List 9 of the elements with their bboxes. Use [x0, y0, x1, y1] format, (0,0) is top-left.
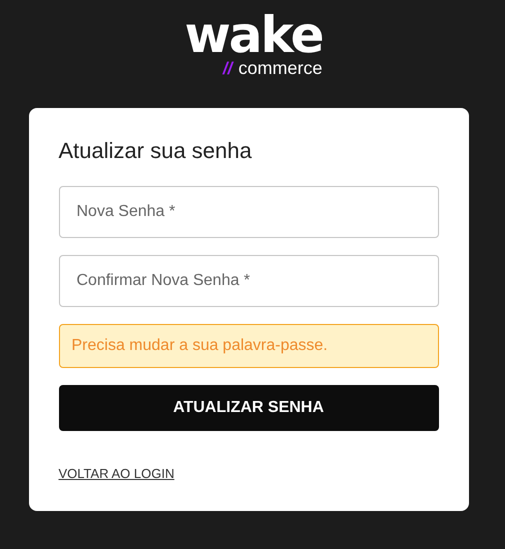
password-field[interactable]: Confirmar Nova Senha *	[58, 255, 438, 307]
warning-alert: Precisa mudar a sua palavra-passe.	[58, 324, 438, 368]
logo-mark: //	[222, 59, 232, 79]
card-title: Atualizar sua senha	[58, 138, 253, 164]
back-to-login-link[interactable]: VOLTAR AO LOGIN	[58, 466, 174, 481]
logo-subtitle: commerce	[238, 58, 322, 78]
password-field[interactable]: Nova Senha *	[58, 186, 438, 238]
update-password-button[interactable]: ATUALIZAR SENHA	[58, 385, 438, 431]
logo-wordmark: wake	[184, 14, 322, 56]
